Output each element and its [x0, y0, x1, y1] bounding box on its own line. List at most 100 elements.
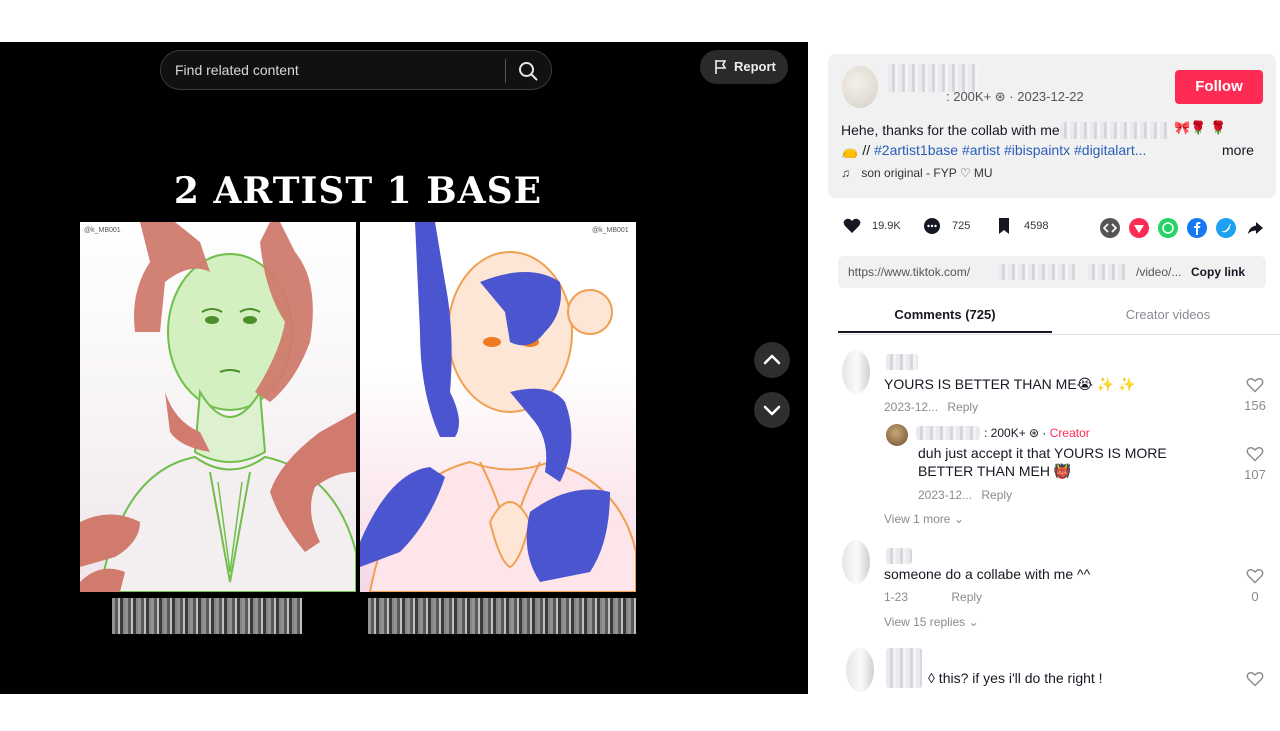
music-note-icon: ♫ [841, 166, 850, 180]
reply-meta: 2023-12... Reply [918, 488, 1012, 502]
previous-video-button[interactable] [754, 342, 790, 378]
comment-text: someone do a collabe with me ^^ [884, 566, 1091, 582]
twitter-share-button[interactable] [1216, 218, 1236, 238]
related-search-placeholder[interactable]: Find related content [175, 62, 299, 78]
bookmark-icon [999, 218, 1009, 234]
comment-button[interactable]: 725 [922, 216, 970, 236]
report-button[interactable]: Report [700, 50, 788, 84]
link-url-start[interactable]: https://www.tiktok.com/ [848, 265, 970, 279]
video-info-card: : 200K+ ⊛ · 2023-12-22 Follow Hehe, than… [828, 54, 1276, 198]
green-sketch-illustration: @k_MB001 [80, 222, 356, 592]
search-divider [505, 59, 506, 83]
reply-reply-button[interactable]: Reply [981, 488, 1012, 502]
view-more-replies[interactable]: View 15 replies ⌄ [884, 615, 979, 629]
chevron-down-icon: ⌄ [968, 615, 979, 629]
creator-name-redacted[interactable] [916, 426, 980, 440]
heart-icon [843, 218, 861, 233]
sound-name: son original - FYP ♡ MU [861, 166, 993, 180]
like-count: 19.9K [872, 219, 901, 232]
reply-text-line1: duh just accept it that YOURS IS MORE [918, 445, 1167, 461]
heart-outline-icon[interactable] [1246, 568, 1264, 584]
description-more-link[interactable]: more [1222, 142, 1254, 158]
reply-text-line2: BETTER THAN MEH 👹 [918, 463, 1072, 479]
chevron-up-icon [763, 354, 781, 365]
heart-outline-icon[interactable] [1246, 671, 1264, 687]
related-search-bar[interactable]: Find related content [160, 50, 552, 90]
comment-meta: 1-23 Reply [884, 590, 982, 604]
view-more-label: View 1 more [884, 512, 951, 526]
link-url-redacted [998, 264, 1078, 280]
creator-avatar[interactable] [886, 424, 908, 446]
like-button[interactable]: 19.9K [842, 216, 901, 236]
chevron-down-icon [763, 405, 781, 416]
whatsapp-share-button[interactable] [1158, 218, 1178, 238]
link-url-redacted-2 [1088, 264, 1128, 280]
view-more-label: View 15 replies [884, 615, 966, 629]
search-icon[interactable] [517, 60, 539, 82]
commenter-avatar[interactable] [842, 540, 870, 584]
comment-like-count: 0 [1251, 589, 1259, 604]
description-emoji: 🎀🌹 🌹 [1174, 120, 1227, 135]
action-bar: 19.9K 725 4598 [840, 216, 1280, 242]
description-text: Hehe, thanks for the collab with meh [841, 122, 1068, 138]
reply-author-meta: : 200K+ ⊛ · Creator [984, 426, 1090, 440]
reply-button[interactable]: Reply [947, 400, 978, 414]
embed-share-button[interactable] [1100, 218, 1120, 238]
description-hashtags-line: 👝 // #2artist1base #artist #ibispaintx #… [841, 142, 1146, 159]
author-name-redacted[interactable] [888, 64, 978, 92]
chevron-down-icon: ⌄ [953, 512, 964, 526]
more-share-button[interactable] [1245, 218, 1265, 238]
follow-button[interactable]: Follow [1175, 70, 1263, 104]
commenter-name-redacted[interactable] [886, 548, 912, 564]
comment-text: ◊ this? if yes i'll do the right ! [928, 670, 1103, 686]
link-url-end: /video/... [1136, 265, 1182, 279]
comment-text: YOURS IS BETTER THAN ME😭 ✨ ✨ [884, 376, 1136, 392]
reply-author-suffix: : 200K+ ⊛ · [984, 426, 1047, 440]
share-arrow-icon [1248, 222, 1263, 234]
save-button[interactable]: 4598 [994, 216, 1048, 236]
tab-creator-videos[interactable]: Creator videos [1058, 300, 1278, 334]
creator-badge: Creator [1049, 426, 1090, 440]
facebook-icon [1194, 222, 1201, 235]
blurred-caption-right [368, 598, 636, 634]
comment-date: 1-23 [884, 590, 909, 604]
flag-icon [715, 60, 727, 74]
author-avatar[interactable] [842, 66, 878, 108]
description-redacted [1060, 122, 1170, 139]
reply-button[interactable]: Reply [951, 590, 982, 604]
video-link-box: https://www.tiktok.com/ /video/... Copy … [838, 256, 1266, 288]
heart-outline-icon[interactable] [1246, 377, 1264, 393]
description-prefix: 👝 // [841, 142, 871, 158]
active-tab-indicator [838, 331, 1052, 333]
artwork-right-watermark: @k_MB001 [592, 227, 629, 234]
comment-date: 2023-12... [884, 400, 939, 414]
commenter-avatar[interactable] [846, 648, 874, 692]
next-video-button[interactable] [754, 392, 790, 428]
copy-link-button[interactable]: Copy link [1191, 265, 1245, 279]
twitter-icon [1221, 224, 1231, 233]
send-icon [1134, 225, 1144, 233]
blurred-caption-left [112, 598, 302, 634]
hashtag-links[interactable]: #2artist1base #artist #ibispaintx #digit… [874, 142, 1146, 158]
comment-meta: 2023-12... Reply [884, 400, 978, 414]
commenter-name-redacted[interactable] [886, 354, 918, 370]
comment-tabs: Comments (725) Creator videos [838, 300, 1280, 335]
view-more-replies[interactable]: View 1 more ⌄ [884, 512, 964, 526]
comment-icon [924, 218, 940, 234]
commenter-avatar[interactable] [842, 350, 870, 394]
embed-icon [1102, 223, 1118, 233]
reply-date: 2023-12... [918, 488, 973, 502]
send-share-button[interactable] [1129, 218, 1149, 238]
artwork-left: @k_MB001 [80, 222, 356, 592]
commenter-name-redacted[interactable] [886, 648, 922, 688]
save-count: 4598 [1024, 219, 1049, 232]
sound-link[interactable]: ♫ son original - FYP ♡ MU [841, 166, 993, 180]
heart-outline-icon[interactable] [1246, 446, 1264, 462]
facebook-share-button[interactable] [1187, 218, 1207, 238]
whatsapp-icon [1162, 222, 1174, 234]
video-player[interactable]: Find related content Report 2 ARTIST 1 B… [0, 42, 808, 694]
video-title-overlay: 2 ARTIST 1 BASE [173, 170, 543, 212]
tab-comments[interactable]: Comments (725) [838, 300, 1052, 334]
artwork-right: @k_MB001 [360, 222, 636, 592]
comment-count: 725 [952, 219, 971, 232]
